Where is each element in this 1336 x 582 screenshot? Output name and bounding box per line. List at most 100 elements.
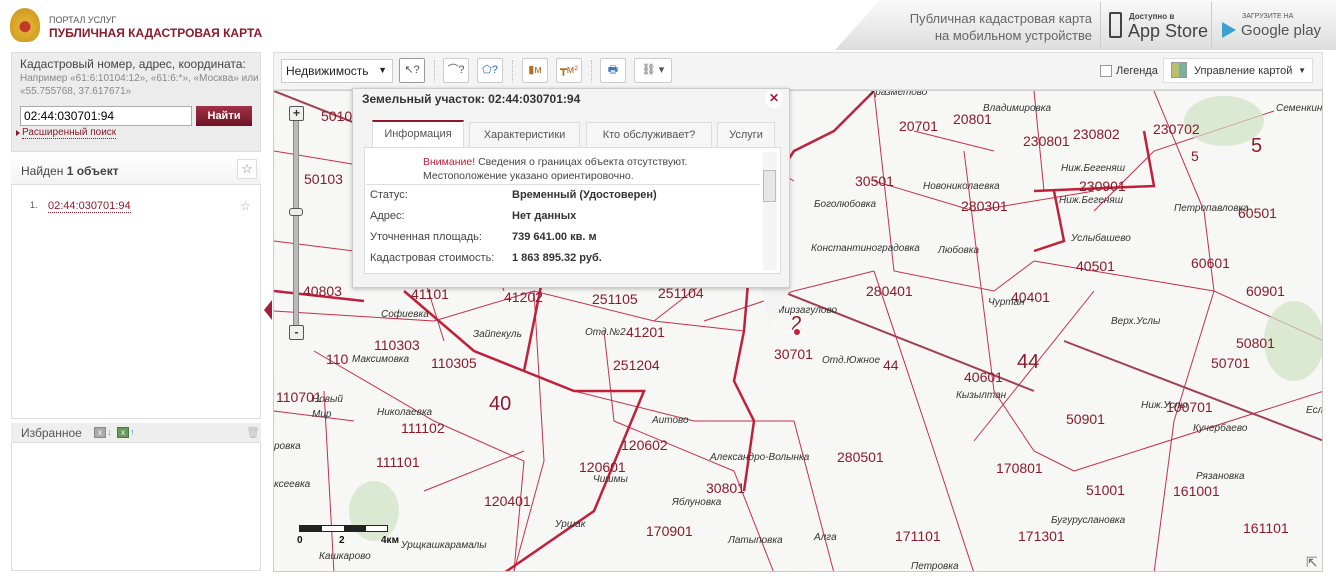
zoom-out-button[interactable]: - — [289, 325, 304, 340]
search-input[interactable] — [20, 106, 192, 126]
cost-label: Кадастровая стоимость: — [370, 252, 495, 264]
map-control-label: Управление картой — [1194, 65, 1293, 77]
arrow-up-icon: ↑ — [130, 427, 135, 437]
close-icon[interactable]: ✕ — [765, 90, 783, 108]
appstore-small: Доступно в — [1129, 12, 1175, 21]
excel-export-icon[interactable]: x — [94, 427, 106, 438]
zoom-slider-handle[interactable] — [289, 208, 303, 216]
polygon-select-button[interactable]: ⬠? — [477, 58, 503, 83]
parcel-number-label: 230702 — [1153, 121, 1200, 137]
play-icon — [1222, 22, 1236, 38]
scale-bar — [299, 525, 388, 532]
measure-area-button[interactable]: ┳м² — [556, 58, 582, 83]
divider — [366, 184, 760, 185]
resize-icon[interactable]: ⇱ — [1306, 554, 1318, 571]
parcel-number-label: 230802 — [1073, 126, 1120, 142]
settlement-label: Ниж.Услы — [1141, 400, 1188, 411]
area-label: Уточненная площадь: — [370, 231, 482, 243]
identify-tool-button[interactable]: ↖? — [399, 58, 425, 83]
settlement-label: Максимовка — [352, 354, 410, 365]
warning-title: Внимание! — [423, 156, 476, 168]
tab-services[interactable]: Услуги — [717, 122, 775, 147]
toolbar-divider — [591, 60, 592, 82]
parcel-number-label: 41201 — [626, 324, 665, 340]
settlement-label: Рязановка — [1196, 471, 1245, 482]
parcel-number-label: 20701 — [899, 118, 938, 134]
search-button[interactable]: Найти — [196, 106, 252, 126]
zoom-slider-track[interactable] — [293, 112, 299, 334]
coat-of-arms-logo — [10, 8, 40, 42]
parcel-number-label: 41101 — [411, 286, 449, 302]
parcel-number-label: 161001 — [1173, 483, 1220, 499]
address-value: Нет данных — [512, 210, 577, 222]
parcel-number-label: 30701 — [774, 346, 813, 362]
settlement-label: Есл — [1306, 405, 1323, 416]
search-label: Кадастровый номер, адрес, координата: — [20, 57, 246, 71]
layer-select[interactable]: Недвижимость ▼ — [281, 59, 393, 83]
warning-text2: Местоположение указано ориентировочно. — [423, 170, 634, 182]
tab-information[interactable]: Информация — [372, 120, 464, 147]
parcel-number-label: 50103 — [304, 171, 343, 187]
parcel-number-label: 111102 — [401, 420, 445, 436]
polyline-select-button[interactable]: ⌒? — [443, 58, 469, 83]
toolbar-divider — [434, 60, 435, 82]
parcel-number-label: 50801 — [1236, 335, 1275, 351]
found-prefix: Найден — [21, 164, 67, 178]
google-play-button[interactable]: ЗАГРУЗИТЕ НА Google play — [1211, 2, 1331, 48]
result-link[interactable]: 02:44:030701:94 — [48, 200, 131, 213]
parcel-number-label: 30801 — [706, 480, 745, 496]
status-label: Статус: — [370, 189, 408, 201]
legend-label[interactable]: Легенда — [1116, 65, 1158, 77]
settlement-label: Ниж.Бегеняш — [1061, 163, 1126, 174]
star-all-button[interactable]: ☆ — [237, 159, 257, 179]
settlement-label: Латыповка — [728, 535, 783, 546]
link-button[interactable]: ⛓ ▾ — [634, 58, 672, 83]
measure-distance-button[interactable]: ▮м — [522, 58, 548, 83]
settlement-label: ксеевка — [274, 479, 311, 490]
settlement-label: Уразметово — [869, 90, 928, 98]
tab-who-serves[interactable]: Кто обслуживает? — [586, 122, 712, 147]
settlement-label: ровка — [274, 441, 301, 452]
settlement-label: Софиевка — [381, 309, 429, 320]
settlement-label: Новый — [312, 394, 343, 405]
gplay-small: ЗАГРУЗИТЕ НА — [1242, 13, 1294, 20]
site-title[interactable]: ПУБЛИЧНАЯ КАДАСТРОВАЯ КАРТА — [49, 26, 262, 40]
portal-label: ПОРТАЛ УСЛУГ — [49, 15, 117, 25]
settlement-label: Алга — [814, 532, 837, 543]
location-marker[interactable] — [792, 327, 802, 337]
chevron-down-icon: ▼ — [378, 65, 387, 75]
popup-scrollbar-thumb[interactable] — [763, 170, 776, 202]
app-store-button[interactable]: Доступно в App Store — [1100, 2, 1210, 48]
settlement-label: Чишмы — [593, 474, 628, 485]
results-panel — [11, 155, 261, 419]
legend-checkbox[interactable] — [1100, 65, 1112, 77]
print-button[interactable]: 🖶 — [600, 58, 626, 83]
tab-characteristics[interactable]: Характеристики — [469, 122, 580, 147]
area-value: 739 641.00 кв. м — [512, 231, 597, 243]
settlement-label: Семенкин — [1276, 103, 1323, 114]
layer-select-value: Недвижимость — [286, 64, 369, 78]
settlement-label: Верх.Услы — [1111, 316, 1161, 327]
settlement-label: Владимировка — [983, 103, 1052, 114]
settlement-label: Кучербаево — [1193, 423, 1248, 434]
popup-pointer — [760, 287, 792, 325]
advanced-search-link[interactable]: Расширенный поиск — [22, 127, 117, 139]
parcel-number-label: 280501 — [837, 449, 884, 465]
parcel-number-label: 44 — [1017, 351, 1040, 373]
zoom-in-button[interactable]: + — [289, 106, 304, 121]
parcel-number-label: 41202 — [504, 289, 543, 305]
parcel-number-label: 44 — [883, 357, 899, 373]
collapse-panel-arrow-icon[interactable] — [264, 300, 272, 320]
parcel-number-label: 5 — [1251, 135, 1263, 157]
trash-icon[interactable]: 🗑 — [246, 426, 260, 439]
parcel-number-label: 40 — [489, 393, 512, 415]
settlement-label: Новониколаевка — [923, 181, 1000, 192]
excel-import-icon[interactable]: x — [117, 427, 129, 438]
settlement-label: Александро-Волынка — [710, 452, 810, 463]
settlement-label: Бугуруслановка — [1051, 515, 1126, 526]
parcel-number-label: 230801 — [1023, 133, 1070, 149]
star-icon[interactable]: ☆ — [240, 199, 251, 213]
settlement-label: Константиноградовка — [811, 243, 920, 254]
favorites-panel — [11, 423, 261, 571]
settlement-label: Николаевка — [377, 407, 433, 418]
